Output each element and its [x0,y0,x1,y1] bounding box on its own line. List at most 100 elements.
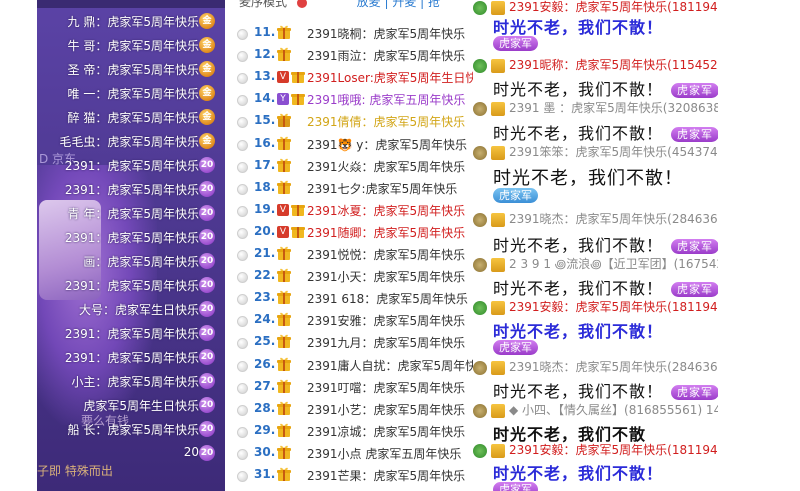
queue-row[interactable]: 22. 2391小天：虎家军5周年快乐 [225,265,473,287]
radio-dot-icon[interactable] [237,250,248,261]
chat-sender-line[interactable]: ◆ 小四、【情久属丝】(816855561) 14: [473,401,718,418]
chat-sender-line[interactable]: 2391晓杰：虎家军5周年快乐(284636580 [473,358,718,375]
radio-dot-icon[interactable] [237,184,248,195]
queue-user-name: 2391🐯 y：虎家军5周年快乐 [307,138,468,152]
group-tag-badge: 虎家军 [493,188,538,203]
user-level-icon [473,300,487,315]
queue-row[interactable]: 27. 2391叮噹：虎家军5周年快乐 [225,376,473,398]
radio-dot-icon[interactable] [237,405,248,416]
queue-row[interactable]: 29. 2391凉城：虎家军5周年快乐 [225,420,473,442]
group-tag-badge: 虎家军 [671,385,718,400]
chat-message-text: 时光不老，我们不散！ [493,236,664,255]
chat-message-body: 时光不老，我们不散！ [493,14,663,38]
queue-row[interactable]: 26. 2391庸人自扰：虎家军5周年快 [225,354,473,376]
radio-dot-icon[interactable] [237,361,248,372]
radio-dot-icon[interactable] [237,117,248,128]
member-row[interactable]: 小主：虎家军5周年快乐 20 [37,370,225,392]
member-row[interactable]: 船 长：虎家军5周年快乐 20 [37,418,225,440]
chat-sender-line[interactable]: 2391昵称：虎家军5周年快乐(115452 [473,56,718,73]
queue-row[interactable]: 15. 2391倩倩：虎家军5周年快乐 [225,110,473,132]
member-row[interactable]: 圣 帝：虎家军5周年快乐金 [37,58,225,80]
queue-row[interactable]: 17. 2391火焱：虎家军5周年快乐 [225,155,473,177]
queue-number: 17. [254,158,276,172]
level-badge-icon: 20 [199,421,215,437]
queue-row[interactable]: 23. 2391 618：虎家军5周年快乐 [225,287,473,309]
radio-dot-icon[interactable] [237,383,248,394]
member-row[interactable]: 九 鼎：虎家军5周年快乐金 [37,10,225,32]
radio-dot-icon[interactable] [237,427,248,438]
watermark-text: 子即 特殊而出 [37,464,113,478]
queue-row[interactable]: 21. 2391悦悦：虎家军5周年快乐 [225,243,473,265]
queue-row[interactable]: 13. V 2391Loser:虎家军5周年生日快 [225,66,473,88]
chat-message-text: 时光不老，我们不散！ [493,124,664,143]
queue-row[interactable]: 31. 2391芒果：虎家军5周年快乐 [225,464,473,486]
chat-sender-line[interactable]: 2391笨笨：虎家军5周年快乐(454374362) [473,143,718,160]
member-row[interactable]: 毛毛虫：虎家军5周年快乐金 [37,130,225,152]
chat-sender-line[interactable]: 2391晓杰：虎家军5周年快乐(284636580 [473,210,718,227]
member-row[interactable]: 2391：虎家军5周年快乐 20 [37,322,225,344]
gift-icon [491,360,505,375]
queue-row[interactable]: 30. 2391小点 虎家军五周年快乐 [225,442,473,464]
member-row[interactable]: 20 20 [37,442,225,464]
member-row[interactable]: 虎家军5周年生日快乐 20 [37,394,225,416]
chat-sender-line[interactable]: 2391安毅：虎家军5周年快乐(181194 [473,441,718,458]
radio-dot-icon[interactable] [237,449,248,460]
queue-user-name: 2391七夕:虎家军5周年快乐 [307,182,458,196]
chat-sender-text: ◆ 小四、【情久属丝】(816855561) 14: [509,403,718,417]
member-row[interactable]: 2391：虎家军5周年快乐 20 [37,346,225,368]
radio-dot-icon[interactable] [237,316,248,327]
member-row[interactable]: 唯 一：虎家军5周年快乐金 [37,82,225,104]
member-row[interactable]: 大号：虎家军生日快乐 20 [37,298,225,320]
member-row[interactable]: 画：虎家军5周年快乐 20 [37,250,225,272]
group-tag-badge: 虎家军 [493,482,538,491]
radio-dot-icon[interactable] [237,338,248,349]
queue-row[interactable]: 19. V 2391冰夏：虎家军5周年快乐 [225,199,473,221]
member-row[interactable]: 醉 猫：虎家军5周年快乐金 [37,106,225,128]
gift-icon [277,445,291,459]
queue-row[interactable]: 20. V 2391随卿：虎家军5周年快乐 [225,221,473,243]
gift-icon [277,357,291,371]
radio-dot-icon[interactable] [237,228,248,239]
member-name-text: 牛 哥：虎家军5周年快乐 [67,39,199,53]
member-row[interactable]: 2391：虎家军5周年快乐 20 [37,274,225,296]
radio-dot-icon[interactable] [237,73,248,84]
radio-dot-icon[interactable] [237,294,248,305]
level-badge-icon: 20 [199,373,215,389]
queue-row[interactable]: 18. 2391七夕:虎家军5周年快乐 [225,177,473,199]
queue-mode-label[interactable]: 麦序模式 [239,0,287,9]
radio-dot-icon[interactable] [237,51,248,62]
refresh-icon[interactable] [296,0,307,8]
queue-row[interactable]: 28. 2391小艺：虎家军5周年快乐 [225,398,473,420]
radio-dot-icon[interactable] [237,162,248,173]
radio-dot-icon[interactable] [237,272,248,283]
queue-row[interactable]: 24. 2391安雅：虎家军5周年快乐 [225,309,473,331]
queue-row[interactable]: 25. 2391九月：虎家军5周年快乐 [225,331,473,353]
radio-dot-icon[interactable] [237,29,248,40]
user-level-icon [473,145,487,160]
chat-sender-line[interactable]: 2391安毅：虎家军5周年快乐(181194 [473,298,718,315]
radio-dot-icon[interactable] [237,140,248,151]
chat-sender-line[interactable]: 2391 墨 ：虎家军5周年快乐(320863883) 1 [473,99,718,116]
member-row[interactable]: 2391：虎家军5周年快乐 20 [37,226,225,248]
vip-member-panel: D 京东 要么有钱 子即 特殊而出 九 鼎：虎家军5周年快乐金牛 哥：虎家军5周… [37,0,225,491]
level-badge-icon: 金 [199,85,215,101]
radio-dot-icon[interactable] [237,206,248,217]
queue-row[interactable]: 11. 2391晓桐：虎家军5周年快乐 [225,22,473,44]
queue-row[interactable]: 12. 2391雨泣：虎家军5周年快乐 [225,44,473,66]
chat-sender-line[interactable]: 2 3 9 1 ꩜流浪꩜【近卫军团】(1675422 [473,255,718,273]
member-name-text: 2391：虎家军5周年快乐 [64,279,199,293]
gift-icon [291,205,305,216]
member-row[interactable]: 青 年：虎家军5周年快乐 20 [37,202,225,224]
member-row[interactable]: 2391：虎家军5周年快乐 20 [37,154,225,176]
radio-dot-icon[interactable] [237,95,248,106]
chat-sender-line[interactable]: 2391安毅：虎家军5周年快乐(181194 [473,0,718,15]
member-row[interactable]: 牛 哥：虎家军5周年快乐金 [37,34,225,56]
gift-icon [491,403,505,418]
queue-tabs[interactable]: 放麦 | 升麦 | 抢 [357,0,440,9]
queue-row[interactable]: 16. 2391🐯 y：虎家军5周年快乐 [225,133,473,155]
queue-user-name: 2391凉城：虎家军5周年快乐 [307,425,466,439]
queue-row[interactable]: 14. Y 2391哦哦: 虎家军五周年快乐 [225,88,473,110]
radio-dot-icon[interactable] [237,471,248,482]
member-row[interactable]: 2391：虎家军5周年快乐 20 [37,178,225,200]
gift-icon [491,443,505,458]
